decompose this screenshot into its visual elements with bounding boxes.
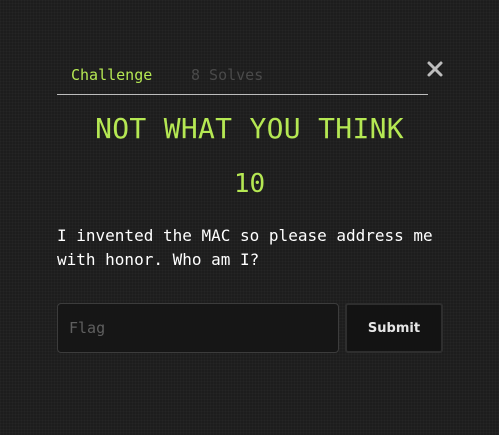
submit-button[interactable]: Submit xyxy=(345,303,443,353)
modal-tabs: Challenge 8 Solves xyxy=(57,58,428,95)
close-button[interactable] xyxy=(425,59,445,79)
tab-challenge[interactable]: Challenge xyxy=(71,66,152,84)
challenge-points: 10 xyxy=(233,169,266,199)
challenge-modal: Challenge 8 Solves NOT WHAT YOU THINK 10… xyxy=(0,0,499,435)
challenge-title: NOT WHAT YOU THINK xyxy=(95,112,404,145)
close-icon xyxy=(427,61,443,77)
tab-solves[interactable]: 8 Solves xyxy=(191,66,263,84)
challenge-description: I invented the MAC so please address me … xyxy=(57,226,433,269)
flag-input[interactable] xyxy=(57,303,339,353)
